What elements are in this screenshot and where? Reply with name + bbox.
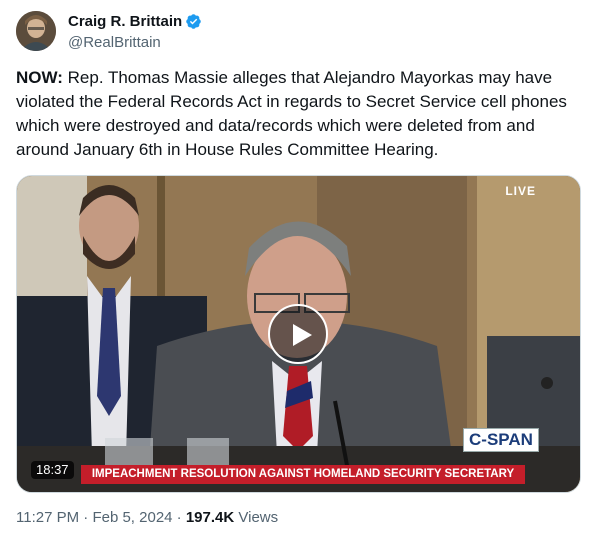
live-badge: LIVE	[505, 184, 536, 198]
tweet: Craig R. Brittain @RealBrittain NOW: Rep…	[0, 0, 611, 545]
avatar[interactable]	[16, 11, 56, 51]
tweet-text: NOW: Rep. Thomas Massie alleges that Ale…	[16, 66, 591, 162]
avatar-image	[16, 11, 56, 51]
play-button[interactable]	[268, 304, 328, 364]
video-player[interactable]: LIVE C-SPAN IMPEACHMENT RESOLUTION AGAIN…	[16, 175, 581, 493]
play-icon	[293, 324, 312, 346]
author-handle[interactable]: @RealBrittain	[68, 34, 161, 51]
views-count[interactable]: 197.4K	[186, 509, 234, 526]
views-label: Views	[234, 509, 279, 526]
tweet-lead: NOW:	[16, 68, 63, 87]
meta-separator: ·	[79, 509, 93, 526]
author-display-name[interactable]: Craig R. Brittain	[68, 13, 182, 30]
author-name-row[interactable]: Craig R. Brittain	[68, 13, 202, 30]
tweet-body: Rep. Thomas Massie alleges that Alejandr…	[16, 68, 567, 159]
cspan-logo: C-SPAN	[463, 428, 539, 452]
tweet-meta: 11:27 PM · Feb 5, 2024 · 197.4K Views	[16, 509, 278, 526]
tweet-time[interactable]: 11:27 PM	[16, 509, 79, 526]
video-duration: 18:37	[31, 461, 74, 479]
meta-separator: ·	[172, 509, 186, 526]
video-chyron: IMPEACHMENT RESOLUTION AGAINST HOMELAND …	[81, 465, 525, 484]
tweet-date[interactable]: Feb 5, 2024	[92, 509, 172, 526]
verified-badge-icon	[186, 14, 201, 29]
